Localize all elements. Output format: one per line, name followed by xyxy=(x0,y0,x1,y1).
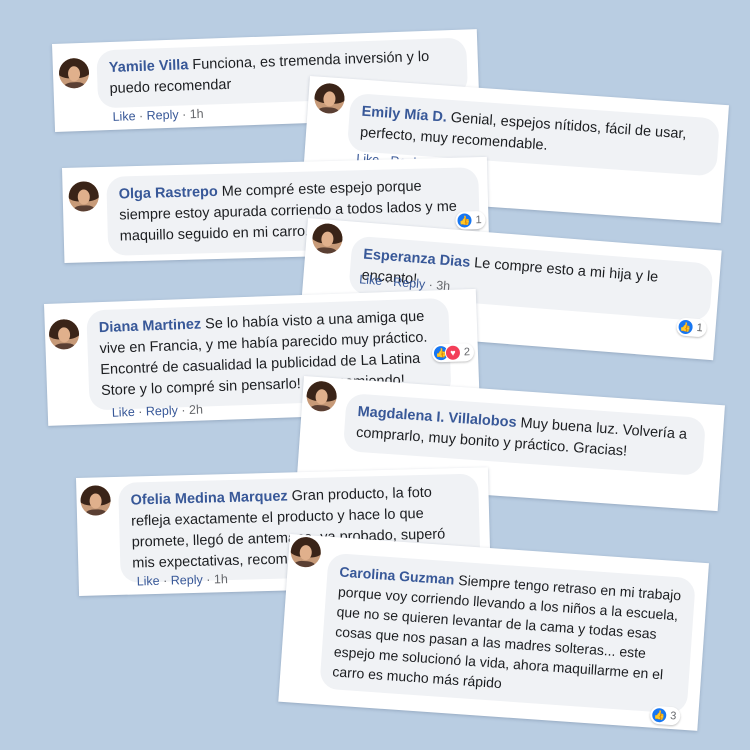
like-icon: 👍 xyxy=(650,706,668,724)
reply-link[interactable]: Reply xyxy=(393,275,426,291)
comment-actions: Like · Reply · 1h xyxy=(136,572,228,589)
like-link[interactable]: Like xyxy=(112,109,135,124)
avatar[interactable] xyxy=(68,181,100,212)
like-icon: 👍 xyxy=(677,318,695,336)
commenter-name[interactable]: Diana Martinez xyxy=(99,317,202,337)
comment-card: Carolina Guzman Siempre tengo retraso en … xyxy=(278,534,709,731)
comment-time: 1h xyxy=(213,572,228,587)
avatar[interactable] xyxy=(80,485,111,516)
commenter-name[interactable]: Esperanza Dias xyxy=(363,246,471,270)
avatar[interactable] xyxy=(311,222,344,255)
like-link[interactable]: Like xyxy=(359,272,383,288)
comment-actions: Like · Reply · 2h xyxy=(111,402,204,420)
like-link[interactable]: Like xyxy=(112,405,135,420)
reaction-count: 1 xyxy=(475,214,482,227)
commenter-name[interactable]: Yamile Villa xyxy=(109,57,189,76)
love-icon: ♥ xyxy=(444,344,462,362)
reaction-count: 1 xyxy=(696,321,704,335)
reply-link[interactable]: Reply xyxy=(146,403,178,418)
comment-text: Siempre tengo retraso en mi trabajo porq… xyxy=(331,571,682,692)
avatar[interactable] xyxy=(58,57,90,89)
avatar[interactable] xyxy=(48,318,80,350)
reaction-count: 2 xyxy=(463,346,471,359)
reply-link[interactable]: Reply xyxy=(171,573,203,588)
like-icon: 👍 xyxy=(456,212,473,229)
reaction-summary[interactable]: 👍 3 xyxy=(649,705,681,726)
avatar[interactable] xyxy=(289,536,322,569)
reply-link[interactable]: Reply xyxy=(146,108,178,123)
comment-bubble: Carolina Guzman Siempre tengo retraso en … xyxy=(319,552,696,715)
like-link[interactable]: Like xyxy=(137,574,160,589)
commenter-name[interactable]: Emily Mía D. xyxy=(361,104,447,126)
commenter-name[interactable]: Olga Rastrepo xyxy=(119,184,218,203)
avatar[interactable] xyxy=(305,380,338,413)
comment-actions: Like · Reply · 1h xyxy=(112,106,204,124)
comment-time: 1h xyxy=(189,106,204,122)
commenter-name[interactable]: Ofelia Medina Marquez xyxy=(130,488,287,508)
reaction-count: 3 xyxy=(669,709,677,723)
comment-bubble: Magdalena I. Villalobos Muy buena luz. Vo… xyxy=(342,393,707,477)
reaction-summary[interactable]: 👍 ♥ 2 xyxy=(431,343,475,363)
reaction-summary[interactable]: 👍 1 xyxy=(675,317,708,338)
comment-time: 2h xyxy=(188,402,204,418)
reaction-summary[interactable]: 👍 1 xyxy=(455,210,486,230)
avatar[interactable] xyxy=(313,82,346,115)
